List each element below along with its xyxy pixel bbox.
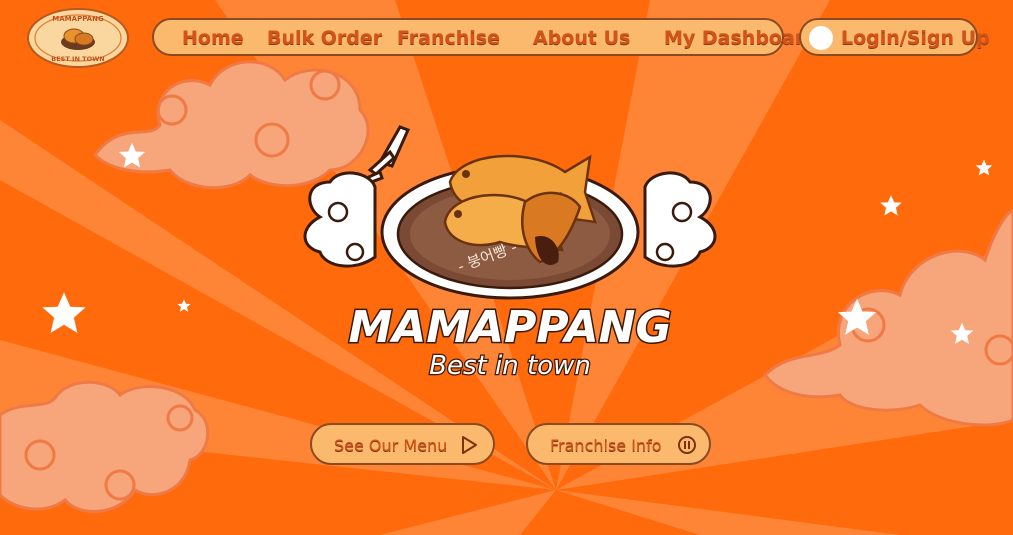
hero-subtitle: Best in town [429,351,591,381]
coin-icon [678,436,696,454]
hero-title: MAMAPPANG [348,302,671,353]
main-nav: Home Bulk Order Franchise About Us My Da… [152,18,818,56]
nav-bulk-order[interactable]: Bulk Order [267,27,382,49]
play-triangle-icon [462,436,477,454]
see-our-menu-button[interactable]: See Our Menu [310,423,495,465]
nav-home[interactable]: Home [182,27,244,49]
franchise-info-label: Franchise Info [550,436,662,455]
nav-my-dashboard[interactable]: My Dashboard [664,27,818,49]
see-our-menu-label: See Our Menu [334,436,448,455]
login-signup-label: Login/Sign Up [841,27,990,49]
franchise-info-button[interactable]: Franchise Info [526,423,711,465]
user-avatar-icon [809,26,833,50]
nav-about-us[interactable]: About Us [533,27,630,49]
hero-logo: - 붕어빵 - MAMAPPANG Best in town [303,125,717,382]
logo-badge[interactable]: MAMAPPANG BEST IN TOWN [27,8,129,68]
badge-top-text: MAMAPPANG [52,15,104,23]
nav-franchise[interactable]: Franchise [397,27,500,49]
login-signup-button[interactable]: Login/Sign Up [799,18,990,56]
badge-bottom-text: BEST IN TOWN [51,55,104,63]
